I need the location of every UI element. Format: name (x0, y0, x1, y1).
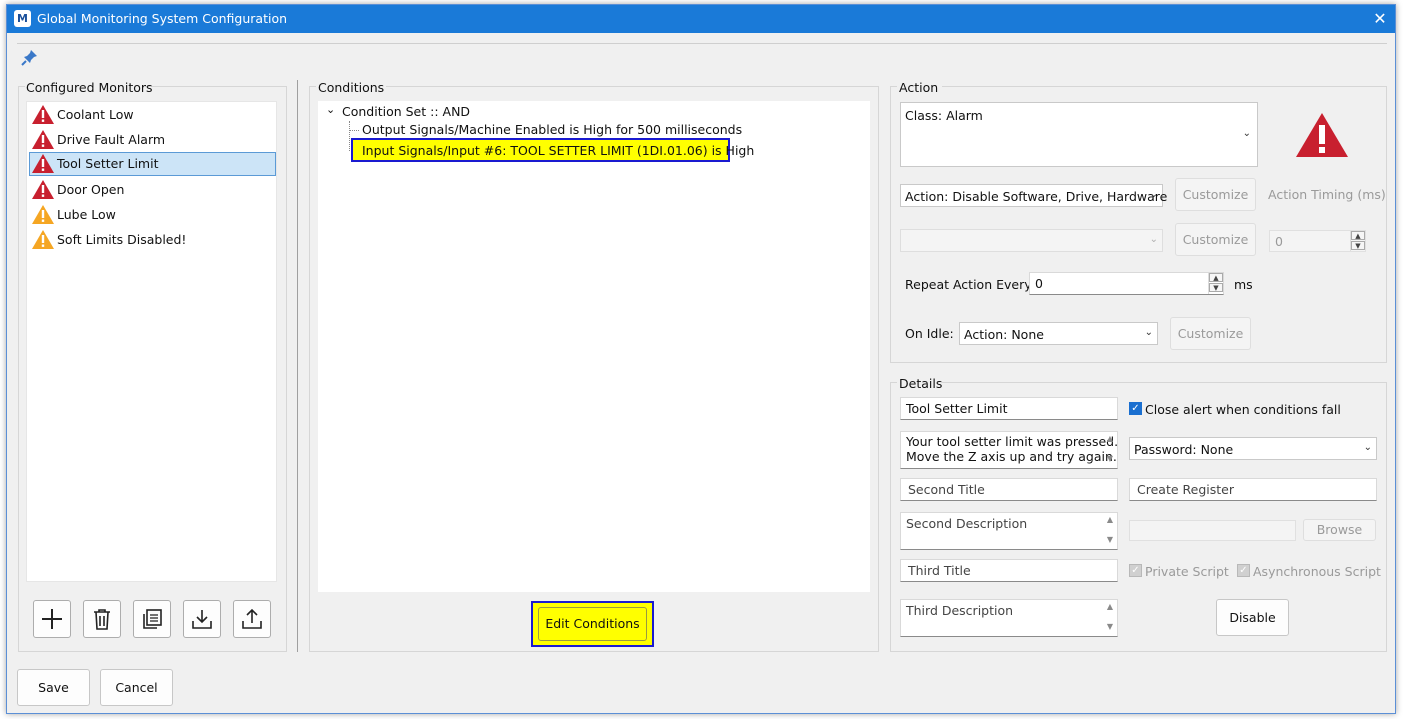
conditions-label: Conditions (318, 80, 385, 95)
action-timing-label: Action Timing (ms) (1268, 187, 1386, 202)
list-item[interactable]: Drive Fault Alarm (29, 128, 276, 152)
tree-line (349, 121, 350, 151)
second-description-scrollbar[interactable]: ▲ ▼ (1103, 513, 1117, 549)
third-title-field[interactable]: Third Title (900, 559, 1118, 582)
alarm-icon (32, 105, 54, 124)
condition-set-root[interactable]: Condition Set :: AND (342, 104, 470, 119)
timing-stepper: ▲ ▼ (1350, 231, 1365, 251)
action-timing-field: 0 ▲ ▼ (1269, 230, 1366, 252)
close-alert-label: Close alert when conditions fall (1145, 402, 1341, 417)
async-script-checkbox[interactable]: ✓ (1237, 564, 1250, 577)
tree-line (349, 130, 359, 131)
condition-item[interactable]: Output Signals/Machine Enabled is High f… (362, 122, 742, 137)
browse-path-field (1129, 520, 1296, 541)
export-monitor-button[interactable] (233, 600, 271, 638)
list-item[interactable]: Soft Limits Disabled! (29, 228, 276, 252)
cancel-button[interactable]: Cancel (100, 669, 173, 706)
list-item-label: Tool Setter Limit (57, 156, 159, 171)
condition-item-highlighted[interactable]: Input Signals/Input #6: TOOL SETTER LIMI… (351, 138, 754, 162)
import-monitor-button[interactable] (183, 600, 221, 638)
repeat-action-field[interactable]: 0 ▲ ▼ (1029, 272, 1224, 295)
list-item[interactable]: Door Open (29, 178, 276, 202)
plus-icon (42, 609, 62, 629)
copy-monitor-button[interactable] (133, 600, 171, 638)
list-item-label: Drive Fault Alarm (57, 132, 166, 147)
async-script-label: Asynchronous Script (1253, 564, 1381, 579)
main-window: M Global Monitoring System Configuration… (6, 4, 1396, 714)
class-select[interactable]: Class: Alarm ⌄ (900, 102, 1258, 167)
alert-description-field[interactable]: Your tool setter limit was pressed. Move… (900, 431, 1118, 469)
private-script-label: Private Script (1145, 564, 1229, 579)
details-label: Details (899, 376, 943, 391)
chevron-down-icon: ⌄ (1242, 128, 1251, 139)
description-scrollbar[interactable]: ▲ ▼ (1103, 432, 1117, 468)
action-select[interactable]: Action: Disable Software, Drive, Hardwar… (900, 184, 1167, 207)
private-script-checkbox[interactable]: ✓ (1129, 564, 1142, 577)
save-button[interactable]: Save (17, 669, 90, 706)
monitors-list[interactable]: Coolant Low Drive Fault Alarm Tool Sette… (26, 101, 277, 582)
action-label: Action (899, 80, 939, 95)
repeat-action-label: Repeat Action Every (905, 277, 1032, 292)
second-title-field[interactable]: Second Title (900, 478, 1118, 501)
app-logo-icon: M (14, 10, 31, 27)
customize-action-2-button[interactable]: Customize (1175, 223, 1256, 256)
disable-button[interactable]: Disable (1216, 599, 1289, 636)
toolbar-divider (17, 43, 1387, 44)
repeat-unit-label: ms (1234, 277, 1253, 292)
chevron-down-icon[interactable]: ⌄ (326, 103, 335, 116)
alarm-icon (32, 130, 54, 149)
create-register-field[interactable]: Create Register (1129, 478, 1377, 501)
on-idle-select[interactable]: Action: None ⌄ (959, 322, 1158, 345)
alert-title-field[interactable]: Tool Setter Limit (900, 397, 1118, 420)
panel-separator (297, 80, 298, 652)
on-idle-label: On Idle: (905, 326, 954, 341)
repeat-stepper[interactable]: ▲ ▼ (1208, 273, 1223, 294)
pin-icon[interactable] (21, 48, 39, 66)
chevron-down-icon: ⌄ (1149, 189, 1158, 200)
customize-action-button[interactable]: Customize (1175, 178, 1256, 211)
browse-button[interactable]: Browse (1303, 519, 1376, 541)
trash-icon (94, 609, 110, 630)
conditions-tree[interactable]: ⌄ Condition Set :: AND Output Signals/Ma… (318, 101, 870, 592)
chevron-down-icon: ⌄ (1144, 327, 1153, 338)
second-description-field[interactable]: Second Description ▲ ▼ (900, 512, 1118, 550)
list-item-selected[interactable]: Tool Setter Limit (29, 152, 276, 176)
monitors-label: Configured Monitors (26, 80, 153, 95)
list-item-label: Door Open (57, 182, 125, 197)
title-bar: M Global Monitoring System Configuration… (7, 5, 1395, 33)
delete-monitor-button[interactable] (83, 600, 121, 638)
warning-icon (32, 230, 54, 249)
list-item[interactable]: Lube Low (29, 203, 276, 227)
copy-icon (143, 609, 162, 629)
window-title: Global Monitoring System Configuration (37, 11, 288, 26)
chevron-down-icon: ⌄ (1149, 234, 1158, 245)
action-select-2: ⌄ (900, 229, 1163, 252)
close-alert-checkbox[interactable]: ✓ (1129, 402, 1142, 415)
close-icon[interactable]: ✕ (1369, 8, 1391, 30)
third-description-field[interactable]: Third Description ▲ ▼ (900, 599, 1118, 637)
list-item-label: Soft Limits Disabled! (57, 232, 187, 247)
warning-icon (32, 205, 54, 224)
chevron-down-icon: ⌄ (1363, 442, 1372, 453)
download-icon (192, 610, 212, 629)
list-item-label: Lube Low (57, 207, 116, 222)
alarm-class-icon (1296, 113, 1348, 157)
list-item-label: Coolant Low (57, 107, 134, 122)
password-select[interactable]: Password: None ⌄ (1129, 437, 1377, 460)
third-description-scrollbar[interactable]: ▲ ▼ (1103, 600, 1117, 636)
customize-idle-button[interactable]: Customize (1170, 317, 1251, 350)
alarm-icon (32, 180, 54, 199)
alarm-icon (32, 154, 54, 173)
list-item[interactable]: Coolant Low (29, 103, 276, 127)
upload-icon (242, 608, 262, 629)
edit-conditions-button[interactable]: Edit Conditions (538, 607, 647, 641)
add-monitor-button[interactable] (33, 600, 71, 638)
